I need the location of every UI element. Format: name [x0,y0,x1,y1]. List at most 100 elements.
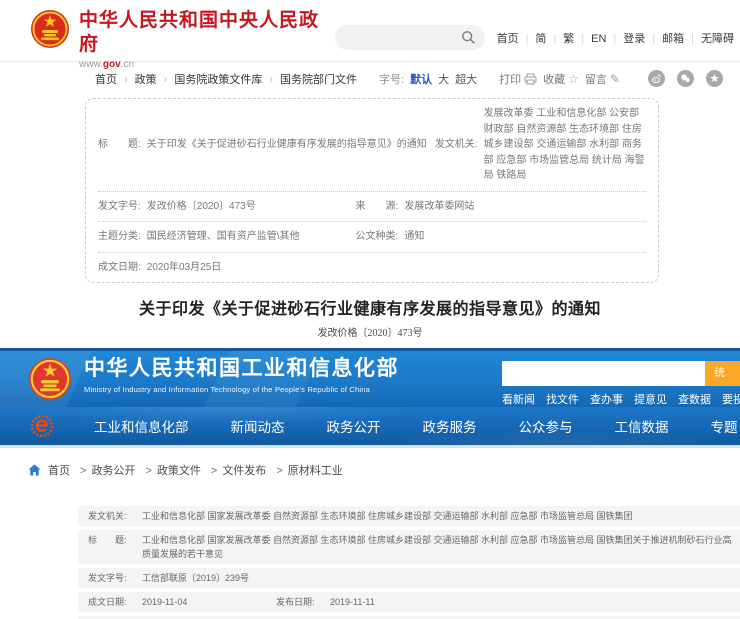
nav-item-data[interactable]: 工信数据 [615,416,669,436]
field-label: 发布日期: [276,595,326,609]
nav-item-participation[interactable]: 公众参与 [519,416,573,436]
info-row: 标 题: 工业和信息化部 国家发展改革委 自然资源部 生态环境部 住房城乡建设部… [78,530,740,564]
field-value: 关于印发《关于促进砂石行业健康有序发展的指导意见》的通知 [147,137,427,153]
breadcrumb-item-library[interactable]: 国务院政策文件库 [157,74,263,86]
field-value: 通知 [404,229,424,245]
quicklink-news[interactable]: 看新闻 [502,391,535,407]
gov-link-home[interactable]: 首页 [497,33,519,45]
font-size-default-button[interactable]: 默认 [410,71,432,87]
gov-link-en[interactable]: EN [574,33,606,45]
nav-item-topics[interactable]: 专题 [711,416,738,436]
search-icon[interactable] [461,30,476,45]
miit-search-input[interactable] [502,361,705,386]
miit-search: 统 [502,361,740,386]
nav-item-gov-services[interactable]: 政务服务 [423,416,477,436]
gov-link-simplified[interactable]: 简 [519,33,547,45]
gov-doc-info-table: 标 题: 关于印发《关于促进砂石行业健康有序发展的指导意见》的通知 发文机关: … [85,98,659,283]
comment-label: 留言 [585,71,607,87]
print-label: 打印 [499,71,521,87]
field-written-date: 成文日期: 2020年03月25日 [98,260,356,276]
field-doc-number: 发文字号: 发改价格〔2020〕473号 [98,199,356,215]
national-emblem-icon [28,357,72,401]
share-star-button[interactable] [706,70,723,87]
info-row: 标 题: 关于印发《关于促进砂石行业健康有序发展的指导意见》的通知 发文机关: … [98,99,646,191]
doc-toolbar-controls: 字号: 默认 大 超大 打印 收藏☆ 留言✎ [379,70,723,87]
field-value: 发展改革委 工业和信息化部 公安部 财政部 自然资源部 生态环境部 住房城乡建设… [484,106,646,184]
font-size-xlarge-button[interactable]: 超大 [455,71,477,87]
info-row: 成文日期: 2020年03月25日 [98,252,646,283]
breadcrumb-item-home[interactable]: 首页 [95,74,117,86]
field-label: 成文日期: [98,260,141,276]
field-label: 标 题: [88,533,138,547]
miit-e-logo-icon [30,414,54,438]
quicklink-complaint[interactable]: 要投诉 [722,391,740,407]
gov-link-login[interactable]: 登录 [606,33,645,45]
gov-brand-text: 中华人民共和国中央人民政府 www.gov.cn [79,9,335,70]
quicklink-data[interactable]: 查数据 [678,391,711,407]
gov-search-input[interactable] [335,25,485,50]
quicklink-feedback[interactable]: 提意见 [634,391,667,407]
url-gov: gov [103,59,121,70]
field-source: 来 源: 发展改革委网站 [356,199,646,215]
share-weibo-button[interactable] [648,70,665,87]
breadcrumb: 首页政策国务院政策文件库国务院部门文件 [95,71,357,87]
field-value: 工业和信息化部 国家发展改革委 自然资源部 生态环境部 住房城乡建设部 交通运输… [142,533,740,561]
miit-breadcrumb-home[interactable]: 首页 [48,462,70,478]
gov-header: 中华人民共和国中央人民政府 www.gov.cn 首页简繁EN登录邮箱无障碍 [0,0,740,62]
info-row: 主题分类: 国民经济管理、国有资产监管\其他 公文种类: 通知 [98,221,646,252]
breadcrumb-item-dept-docs[interactable]: 国务院部门文件 [262,74,357,86]
field-topic: 主题分类: 国民经济管理、国有资产监管\其他 [98,229,356,245]
print-button[interactable]: 打印 [499,71,537,87]
miit-doc-info-table: 发文机关: 工业和信息化部 国家发展改革委 自然资源部 生态环境部 住房城乡建设… [78,506,740,619]
field-label: 发文字号: [98,199,141,215]
favorite-button[interactable]: 收藏☆ [543,71,579,87]
gov-link-accessibility[interactable]: 无障碍 [684,33,734,45]
miit-search-button[interactable]: 统 [705,361,740,386]
miit-site-subtitle-en: Ministry of Industry and Information Tec… [84,385,399,394]
miit-breadcrumb-policy-docs[interactable]: 政策文件 [140,462,200,478]
wechat-icon [680,73,691,84]
share-wechat-button[interactable] [677,70,694,87]
miit-header: 中华人民共和国工业和信息化部 Ministry of Industry and … [0,348,740,407]
quicklink-documents[interactable]: 找文件 [546,391,579,407]
field-label: 来 源: [356,199,399,215]
quicklink-services[interactable]: 查办事 [590,391,623,407]
nav-item-news[interactable]: 新闻动态 [231,416,285,436]
field-value: 发展改革委网站 [404,199,474,215]
miit-site-title: 中华人民共和国工业和信息化部 [84,356,399,382]
field-label: 成文日期: [88,595,138,609]
gov-link-traditional[interactable]: 繁 [546,33,574,45]
gov-doc-title: 关于印发《关于促进砂石行业健康有序发展的指导意见》的通知 [0,295,740,319]
miit-breadcrumb-doc-release[interactable]: 文件发布 [206,462,266,478]
url-www: www. [79,59,103,70]
gov-link-mail[interactable]: 邮箱 [645,33,684,45]
field-written-date: 成文日期: 2019-11-04 [88,595,276,609]
field-value: 国民经济管理、国有资产监管\其他 [147,229,300,245]
info-row: 发文字号: 发改价格〔2020〕473号 来 源: 发展改革委网站 [98,191,646,222]
gov-top-links: 首页简繁EN登录邮箱无障碍 [497,30,734,46]
comment-button[interactable]: 留言✎ [585,71,620,87]
miit-nav: 工业和信息化部 新闻动态 政务公开 政务服务 公众参与 工信数据 专题 [0,407,740,448]
gov-site-title[interactable]: 中华人民共和国中央人民政府 [79,9,335,57]
field-value: 工信部联原〔2019〕239号 [142,571,740,585]
gov-doc-number: 发改价格〔2020〕473号 [0,324,740,339]
gov-site-url: www.gov.cn [79,59,335,70]
gov-header-right: 首页简繁EN登录邮箱无障碍 [335,14,734,61]
miit-brand[interactable]: 中华人民共和国工业和信息化部 Ministry of Industry and … [84,356,399,394]
field-label: 发文机关: [435,137,478,153]
field-value: 发改价格〔2020〕473号 [147,199,256,215]
gov-brand[interactable]: 中华人民共和国中央人民政府 www.gov.cn [30,9,335,61]
info-row: 成文日期: 2019-11-04 发布日期: 2019-11-11 [78,592,740,612]
miit-breadcrumb-gov-open[interactable]: 政务公开 [75,462,135,478]
info-row: 发文字号: 工信部联原〔2019〕239号 [78,568,740,588]
font-size-large-button[interactable]: 大 [438,71,449,87]
miit-breadcrumb-raw-materials[interactable]: 原材料工业 [271,462,342,478]
nav-item-miit[interactable]: 工业和信息化部 [94,416,189,436]
weibo-icon [651,73,662,84]
nav-item-gov-open[interactable]: 政务公开 [327,416,381,436]
breadcrumb-item-policy[interactable]: 政策 [117,74,157,86]
field-label: 发文机关: [88,509,138,523]
field-value: 2020年03月25日 [147,260,222,276]
home-icon[interactable] [28,464,41,476]
miit-breadcrumb: 首页政务公开政策文件文件发布原材料工业 [0,448,740,478]
